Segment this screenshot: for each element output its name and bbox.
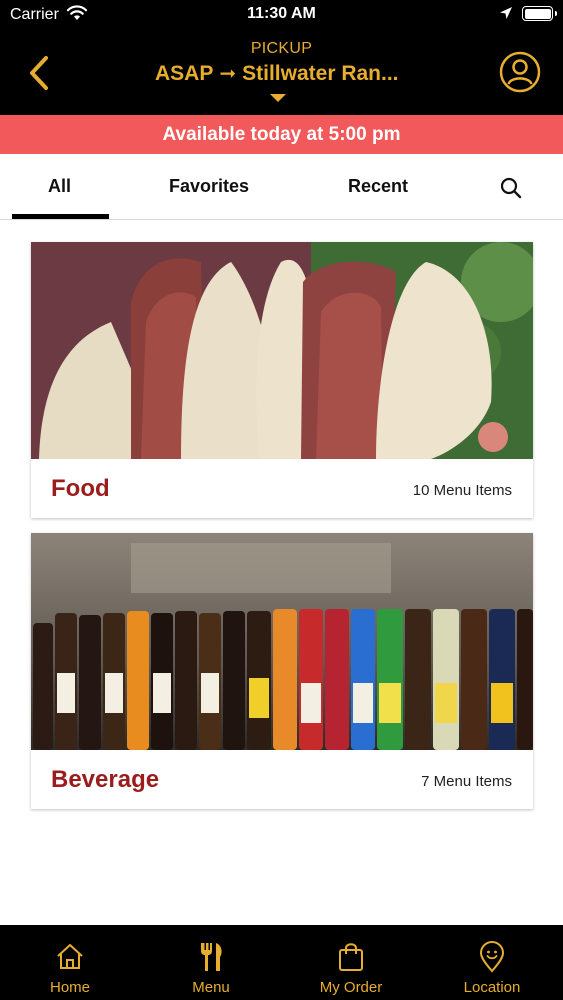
clock: 11:30 AM	[247, 5, 316, 22]
category-card-beverage[interactable]: Beverage 7 Menu Items	[31, 533, 533, 809]
pickup-location-selector[interactable]: ASAP ➞ Stillwater Ran...	[155, 61, 415, 86]
category-card-food[interactable]: Food 10 Menu Items	[31, 242, 533, 518]
back-chevron-icon[interactable]	[24, 54, 54, 92]
right-arrow-icon: ➞	[219, 63, 237, 85]
shopping-bag-icon	[339, 943, 363, 971]
category-count: 10 Menu Items	[412, 482, 512, 499]
home-icon	[57, 944, 83, 969]
bottom-nav: Home Menu My Order Location	[0, 925, 563, 1000]
tab-all[interactable]: All	[48, 176, 71, 197]
location-pin-icon	[479, 941, 505, 973]
nav-my-order[interactable]: My Order	[301, 925, 401, 1000]
caret-down-icon[interactable]	[270, 94, 286, 102]
category-title: Beverage	[51, 766, 160, 793]
pickup-time: ASAP	[155, 62, 214, 85]
beverage-image	[31, 533, 533, 750]
nav-label: Menu	[192, 979, 230, 996]
tab-favorites[interactable]: Favorites	[169, 176, 249, 197]
fork-knife-icon	[201, 943, 222, 971]
nav-label: My Order	[319, 979, 383, 996]
location-arrow-icon	[500, 7, 512, 19]
app-header: Carrier 11:30 AM PICKUP ASAP ➞ Stillwater …	[0, 0, 563, 115]
nav-label: Home	[49, 979, 90, 996]
nav-home[interactable]: Home	[20, 925, 120, 1000]
pickup-location: Stillwater Ran...	[242, 62, 399, 85]
status-bar: Carrier 11:30 AM	[0, 0, 563, 30]
profile-icon[interactable]	[499, 51, 541, 93]
order-type-label[interactable]: PICKUP	[0, 40, 563, 58]
active-tab-indicator	[12, 214, 109, 219]
menu-tabs: All Favorites Recent	[0, 154, 563, 220]
food-image	[31, 242, 533, 459]
search-icon[interactable]	[499, 176, 523, 200]
tab-recent[interactable]: Recent	[348, 176, 408, 197]
category-count: 7 Menu Items	[421, 773, 512, 790]
nav-label: Location	[463, 979, 521, 996]
nav-menu[interactable]: Menu	[161, 925, 261, 1000]
category-title: Food	[51, 475, 110, 502]
nav-location[interactable]: Location	[442, 925, 542, 1000]
battery-icon	[522, 6, 557, 21]
availability-banner: Available today at 5:00 pm	[0, 115, 563, 154]
